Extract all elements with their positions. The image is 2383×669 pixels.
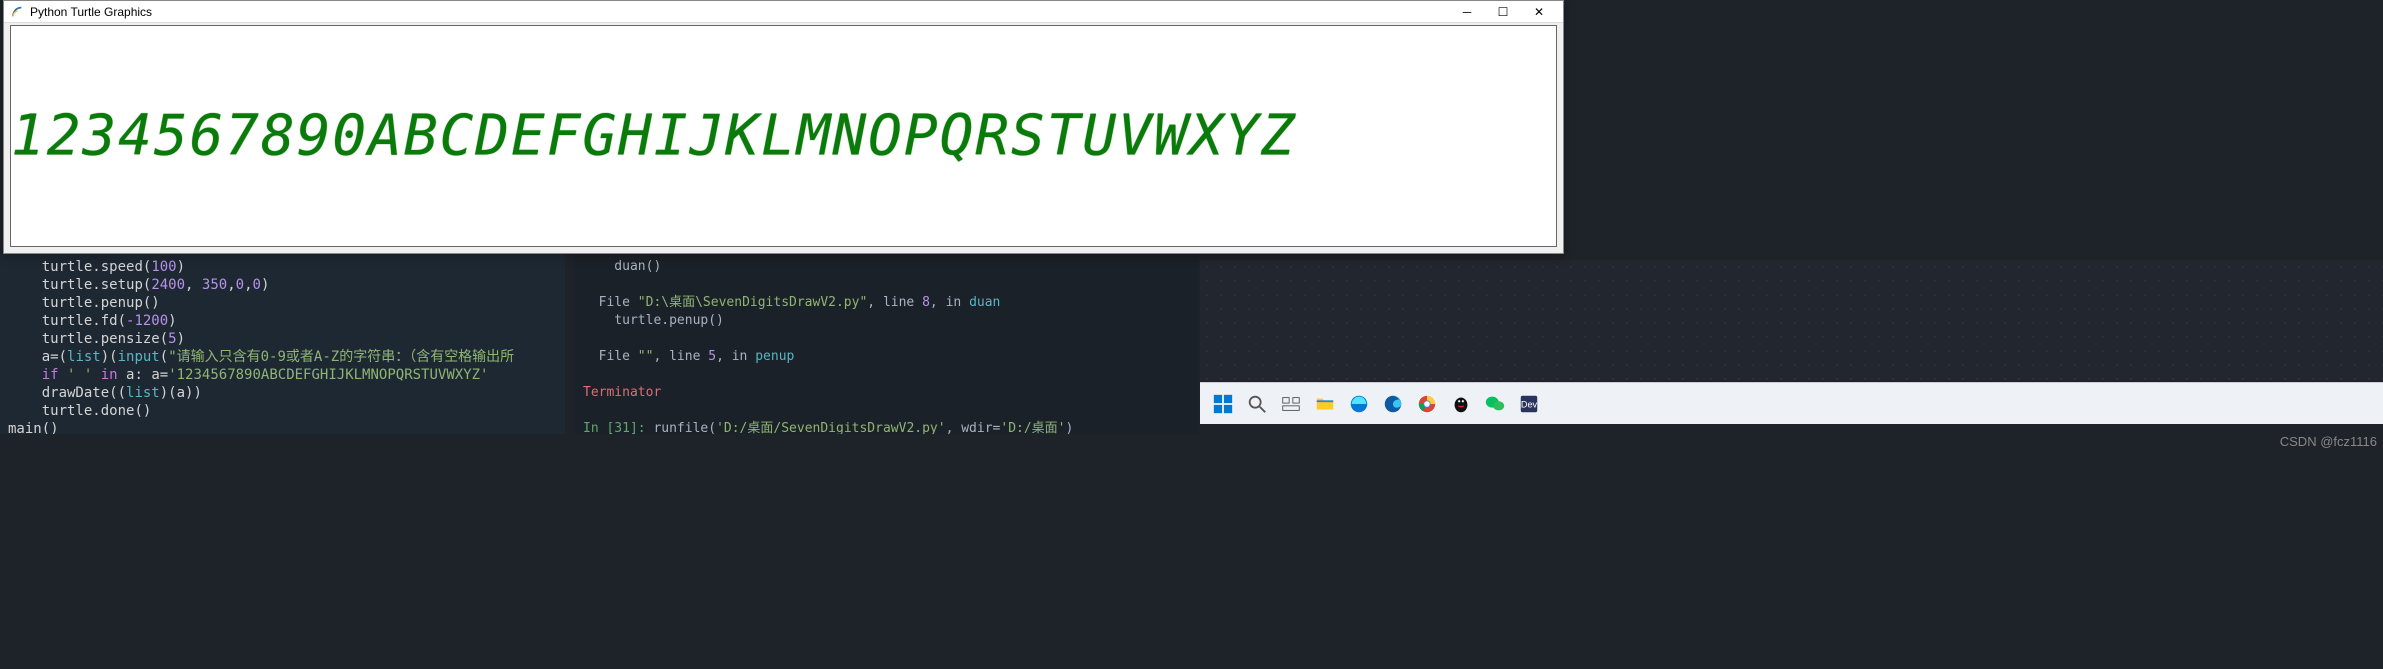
console-line: turtle.penup() <box>583 312 1191 330</box>
console-line <box>583 330 1191 348</box>
minimize-button[interactable]: ─ <box>1449 1 1485 23</box>
code-line: turtle.done() <box>8 402 557 420</box>
console-line: In [31]: runfile('D:/桌面/SevenDigitsDrawV… <box>583 420 1191 434</box>
code-line: a=(list)(input("请输入只含有0-9或者A-Z的字符串：（含有空格… <box>8 348 557 366</box>
edge-legacy-icon[interactable] <box>1344 389 1374 419</box>
code-line: turtle.speed(100) <box>8 258 557 276</box>
start-button[interactable] <box>1208 389 1238 419</box>
windows-taskbar: Dev <box>1200 382 2383 424</box>
desktop-area <box>1200 260 2383 380</box>
console-line <box>583 366 1191 384</box>
segment-display-text: 1234567890ABCDEFGHIJKLMNOPQRSTUVWXYZ <box>11 104 1297 169</box>
titlebar[interactable]: Python Turtle Graphics ─ ☐ ✕ <box>4 1 1563 23</box>
devcpp-icon[interactable]: Dev <box>1514 389 1544 419</box>
code-line: drawDate((list)(a)) <box>8 384 557 402</box>
close-button[interactable]: ✕ <box>1521 1 1557 23</box>
console-line <box>583 276 1191 294</box>
window-title: Python Turtle Graphics <box>30 5 1449 19</box>
code-line: turtle.fd(-1200) <box>8 312 557 330</box>
turtle-canvas: 1234567890ABCDEFGHIJKLMNOPQRSTUVWXYZ <box>10 25 1557 247</box>
csdn-watermark: CSDN @fcz1116 <box>2280 434 2377 449</box>
console-line: File "", line 5, in penup <box>583 348 1191 366</box>
svg-text:Dev: Dev <box>1521 399 1538 409</box>
file-explorer-icon[interactable] <box>1310 389 1340 419</box>
wechat-icon[interactable] <box>1480 389 1510 419</box>
console-line: Terminator <box>583 384 1191 402</box>
search-icon[interactable] <box>1242 389 1272 419</box>
qq-icon[interactable] <box>1446 389 1476 419</box>
console-line <box>583 402 1191 420</box>
code-line: if ' ' in a: a='1234567890ABCDEFGHIJKLMN… <box>8 366 557 384</box>
ipython-console[interactable]: duan() File "D:\桌面\SevenDigitsDrawV2.py"… <box>575 254 1199 434</box>
code-line: turtle.penup() <box>8 294 557 312</box>
code-editor[interactable]: turtle.speed(100) turtle.setup(2400, 350… <box>0 254 565 434</box>
task-view-icon[interactable] <box>1276 389 1306 419</box>
console-line: duan() <box>583 258 1191 276</box>
edge-icon[interactable] <box>1378 389 1408 419</box>
code-line: turtle.pensize(5) <box>8 330 557 348</box>
turtle-graphics-window: Python Turtle Graphics ─ ☐ ✕ 1234567890A… <box>3 0 1564 254</box>
maximize-button[interactable]: ☐ <box>1485 1 1521 23</box>
python-feather-icon <box>10 5 24 19</box>
code-line: main() <box>8 420 557 434</box>
code-line: turtle.setup(2400, 350,0,0) <box>8 276 557 294</box>
chrome-icon[interactable] <box>1412 389 1442 419</box>
window-controls: ─ ☐ ✕ <box>1449 1 1557 23</box>
console-line: File "D:\桌面\SevenDigitsDrawV2.py", line … <box>583 294 1191 312</box>
